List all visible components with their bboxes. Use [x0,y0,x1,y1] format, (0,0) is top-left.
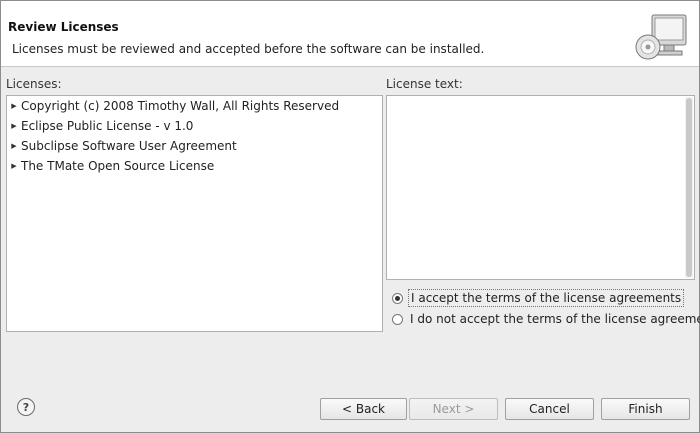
back-button[interactable]: < Back [320,398,407,420]
license-text-area[interactable] [386,95,695,280]
license-item[interactable]: ▶ Copyright (c) 2008 Timothy Wall, All R… [7,96,382,116]
accept-radio-option[interactable]: I accept the terms of the license agreem… [392,289,685,307]
accept-radio-button[interactable] [392,292,403,304]
help-icon[interactable]: ? [17,398,35,416]
review-licenses-dialog: Review Licenses Licenses must be reviewe… [0,0,700,433]
expand-arrow-icon[interactable]: ▶ [7,162,21,170]
license-text-label: License text: [386,77,463,91]
license-item-label: Subclipse Software User Agreement [21,139,237,153]
license-item-label: Copyright (c) 2008 Timothy Wall, All Rig… [21,99,340,113]
decline-radio-button[interactable] [392,313,403,325]
next-button[interactable]: Next > [409,398,498,420]
cancel-button[interactable]: Cancel [505,398,594,420]
license-item-label: The TMate Open Source License [21,159,215,173]
decline-radio-label[interactable]: I do not accept the terms of the license… [408,311,700,327]
decline-radio-option[interactable]: I do not accept the terms of the license… [392,310,700,328]
scrollbar-thumb[interactable] [686,98,692,277]
license-item[interactable]: ▶ Subclipse Software User Agreement [7,136,382,156]
page-title: Review Licenses [8,20,119,34]
license-text-scrollbar[interactable] [685,97,693,278]
page-description: Licenses must be reviewed and accepted b… [12,42,485,56]
accept-radio-label[interactable]: I accept the terms of the license agreem… [408,289,685,307]
expand-arrow-icon[interactable]: ▶ [7,122,21,130]
expand-arrow-icon[interactable]: ▶ [7,142,21,150]
expand-arrow-icon[interactable]: ▶ [7,102,21,110]
monitor-cd-icon [634,13,688,63]
license-item[interactable]: ▶ The TMate Open Source License [7,156,382,176]
wizard-header: Review Licenses Licenses must be reviewe… [1,1,699,67]
licenses-tree[interactable]: ▶ Copyright (c) 2008 Timothy Wall, All R… [6,95,383,332]
finish-button[interactable]: Finish [601,398,690,420]
license-item[interactable]: ▶ Eclipse Public License - v 1.0 [7,116,382,136]
licenses-label: Licenses: [6,77,62,91]
license-item-label: Eclipse Public License - v 1.0 [21,119,194,133]
